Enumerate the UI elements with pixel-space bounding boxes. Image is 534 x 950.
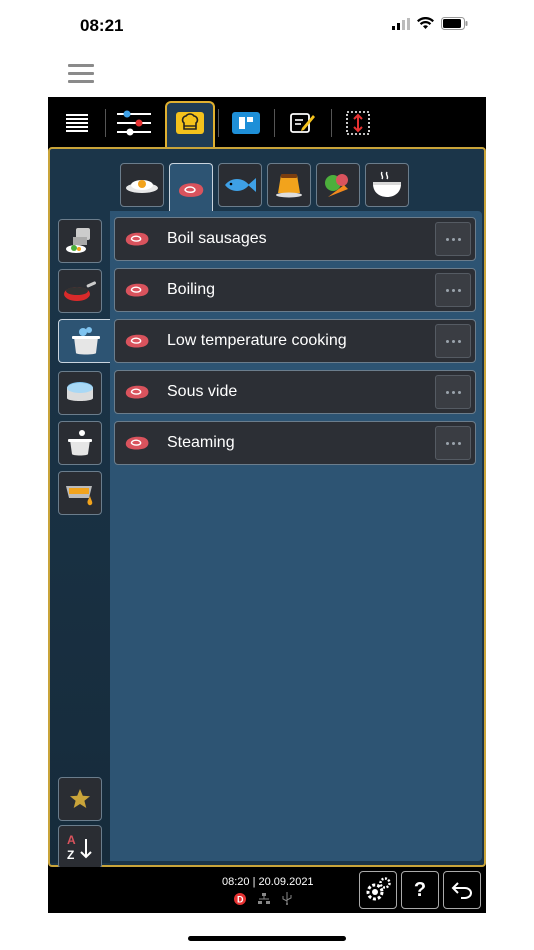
top-toolbar [48,97,486,153]
edit-note-icon [290,113,315,133]
steam-icon [68,430,92,456]
sous-vide-icon [67,382,93,401]
meat-icon [179,182,204,197]
more-options-button[interactable] [435,324,471,358]
oven-app-screen: A Z Boil sausages Boiling Low temperatur… [48,97,486,913]
vegetables-icon [325,174,348,197]
back-arrow-icon [451,882,472,899]
favorites-button[interactable] [58,777,102,821]
boiling-pot-icon [71,327,100,355]
recipe-list-panel: Boil sausages Boiling Low temperature co… [110,211,482,861]
meat-icon [125,232,149,246]
bottom-status-bar: 08:20 | 20.09.2021 D ? [48,867,486,913]
category-egg[interactable] [120,163,164,207]
list-item[interactable]: Sous vide [114,370,476,414]
list-item[interactable]: Low temperature cooking [114,319,476,363]
meat-icon [125,385,149,399]
back-button[interactable] [443,871,481,909]
status-icons [392,17,468,30]
list-item-label: Boil sausages [167,230,267,247]
tab-programs[interactable] [227,105,265,141]
category-dessert[interactable] [267,163,311,207]
method-steam[interactable] [58,421,102,465]
list-item-label: Sous vide [167,383,238,400]
star-icon [70,789,90,808]
list-item-label: Steaming [167,434,235,451]
category-fish[interactable] [218,163,262,207]
signal-icon [392,17,410,30]
more-options-button[interactable] [435,273,471,307]
meat-icon [125,283,149,297]
svg-text:D: D [237,894,244,904]
tab-edit-program[interactable] [284,105,322,141]
status-bar: 08:21 [0,0,534,50]
svg-text:A: A [67,833,76,847]
category-meat[interactable] [169,163,213,215]
dessert-icon [276,174,302,198]
list-item[interactable]: Steaming [114,421,476,465]
method-sous-vide[interactable] [58,371,102,415]
chef-hat-icon [176,112,204,134]
status-time: 08:21 [80,16,124,35]
meat-icon [125,436,149,450]
method-baking-tray[interactable] [58,471,102,515]
meat-icon [125,334,149,348]
frying-pan-icon [64,281,96,301]
hamburger-menu-icon[interactable] [68,64,94,84]
sliders-icon [117,110,151,136]
device-datetime: 08:20 | 20.09.2021 [222,876,314,888]
home-indicator[interactable] [188,936,346,941]
battery-icon [441,17,468,30]
category-vegetables[interactable] [316,163,360,207]
method-steamer[interactable] [58,219,102,263]
usb-icon [282,892,292,905]
tab-list-view[interactable] [58,105,96,141]
device-status-icons: D [234,892,292,905]
height-adjust-icon [346,111,370,135]
category-soup[interactable] [365,163,409,207]
fish-icon [225,178,256,192]
demo-mode-icon: D [234,892,246,905]
tab-settings-sliders[interactable] [115,105,153,141]
gears-icon [366,877,391,901]
more-options-button[interactable] [435,426,471,460]
list-item[interactable]: Boil sausages [114,217,476,261]
steamer-pot-icon [66,228,90,253]
sort-az-button[interactable]: A Z [58,825,102,869]
program-blocks-icon [232,112,260,134]
list-lines-icon [66,114,88,132]
sort-az-icon: A Z [67,833,92,862]
food-category-row [120,163,409,215]
help-button[interactable]: ? [401,871,439,909]
settings-button[interactable] [359,871,397,909]
list-item-label: Boiling [167,281,216,298]
tab-height-adjust[interactable] [339,105,377,141]
egg-icon [126,180,158,193]
cooking-method-sidebar: A Z [50,211,112,869]
wifi-icon [417,17,434,29]
method-frying[interactable] [58,269,102,313]
network-icon [258,892,270,904]
soup-icon [373,171,401,197]
list-item-label: Low temperature cooking [167,332,347,349]
list-item[interactable]: Boiling [114,268,476,312]
svg-text:Z: Z [67,848,74,862]
main-frame: A Z Boil sausages Boiling Low temperatur… [48,147,486,869]
baking-tray-icon [66,486,93,506]
more-options-button[interactable] [435,375,471,409]
more-options-button[interactable] [435,222,471,256]
method-boiling[interactable] [58,319,112,363]
tab-intelligent-cooking[interactable] [171,105,209,141]
